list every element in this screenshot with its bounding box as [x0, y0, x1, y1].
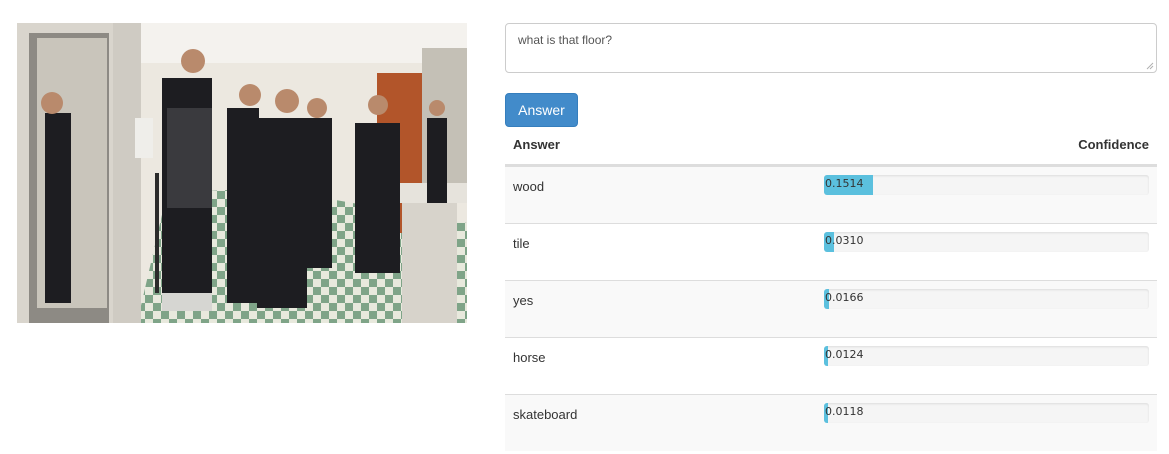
photo-illustration — [17, 23, 467, 323]
confidence-value: 0.0118 — [825, 405, 864, 418]
query-photo — [17, 23, 467, 323]
answer-column-header: Answer — [513, 137, 560, 152]
confidence-bar: 0.1514 — [824, 175, 1149, 195]
table-row: horse 0.0124 — [505, 337, 1157, 394]
confidence-value: 0.0166 — [825, 291, 864, 304]
confidence-bar: 0.0118 — [824, 403, 1149, 423]
question-input[interactable]: what is that floor? — [505, 23, 1157, 73]
confidence-bar: 0.0166 — [824, 289, 1149, 309]
table-row: tile 0.0310 — [505, 223, 1157, 280]
table-header: Answer Confidence — [505, 130, 1157, 166]
confidence-bar: 0.0124 — [824, 346, 1149, 366]
results-table: Answer Confidence wood 0.1514 tile 0.031… — [505, 130, 1157, 451]
confidence-value: 0.0310 — [825, 234, 864, 247]
table-row: skateboard 0.0118 — [505, 394, 1157, 451]
answer-cell: horse — [513, 350, 546, 365]
confidence-value: 0.1514 — [825, 177, 864, 190]
answer-cell: skateboard — [513, 407, 578, 422]
table-row: yes 0.0166 — [505, 280, 1157, 337]
question-text: what is that floor? — [518, 33, 613, 47]
answer-button[interactable]: Answer — [505, 93, 578, 127]
answer-cell: wood — [513, 179, 545, 194]
answer-cell: tile — [513, 236, 530, 251]
table-row: wood 0.1514 — [505, 166, 1157, 223]
answer-cell: yes — [513, 293, 534, 308]
confidence-value: 0.0124 — [825, 348, 864, 361]
resize-grip-icon[interactable] — [1144, 60, 1154, 70]
confidence-column-header: Confidence — [1078, 137, 1149, 152]
confidence-bar: 0.0310 — [824, 232, 1149, 252]
